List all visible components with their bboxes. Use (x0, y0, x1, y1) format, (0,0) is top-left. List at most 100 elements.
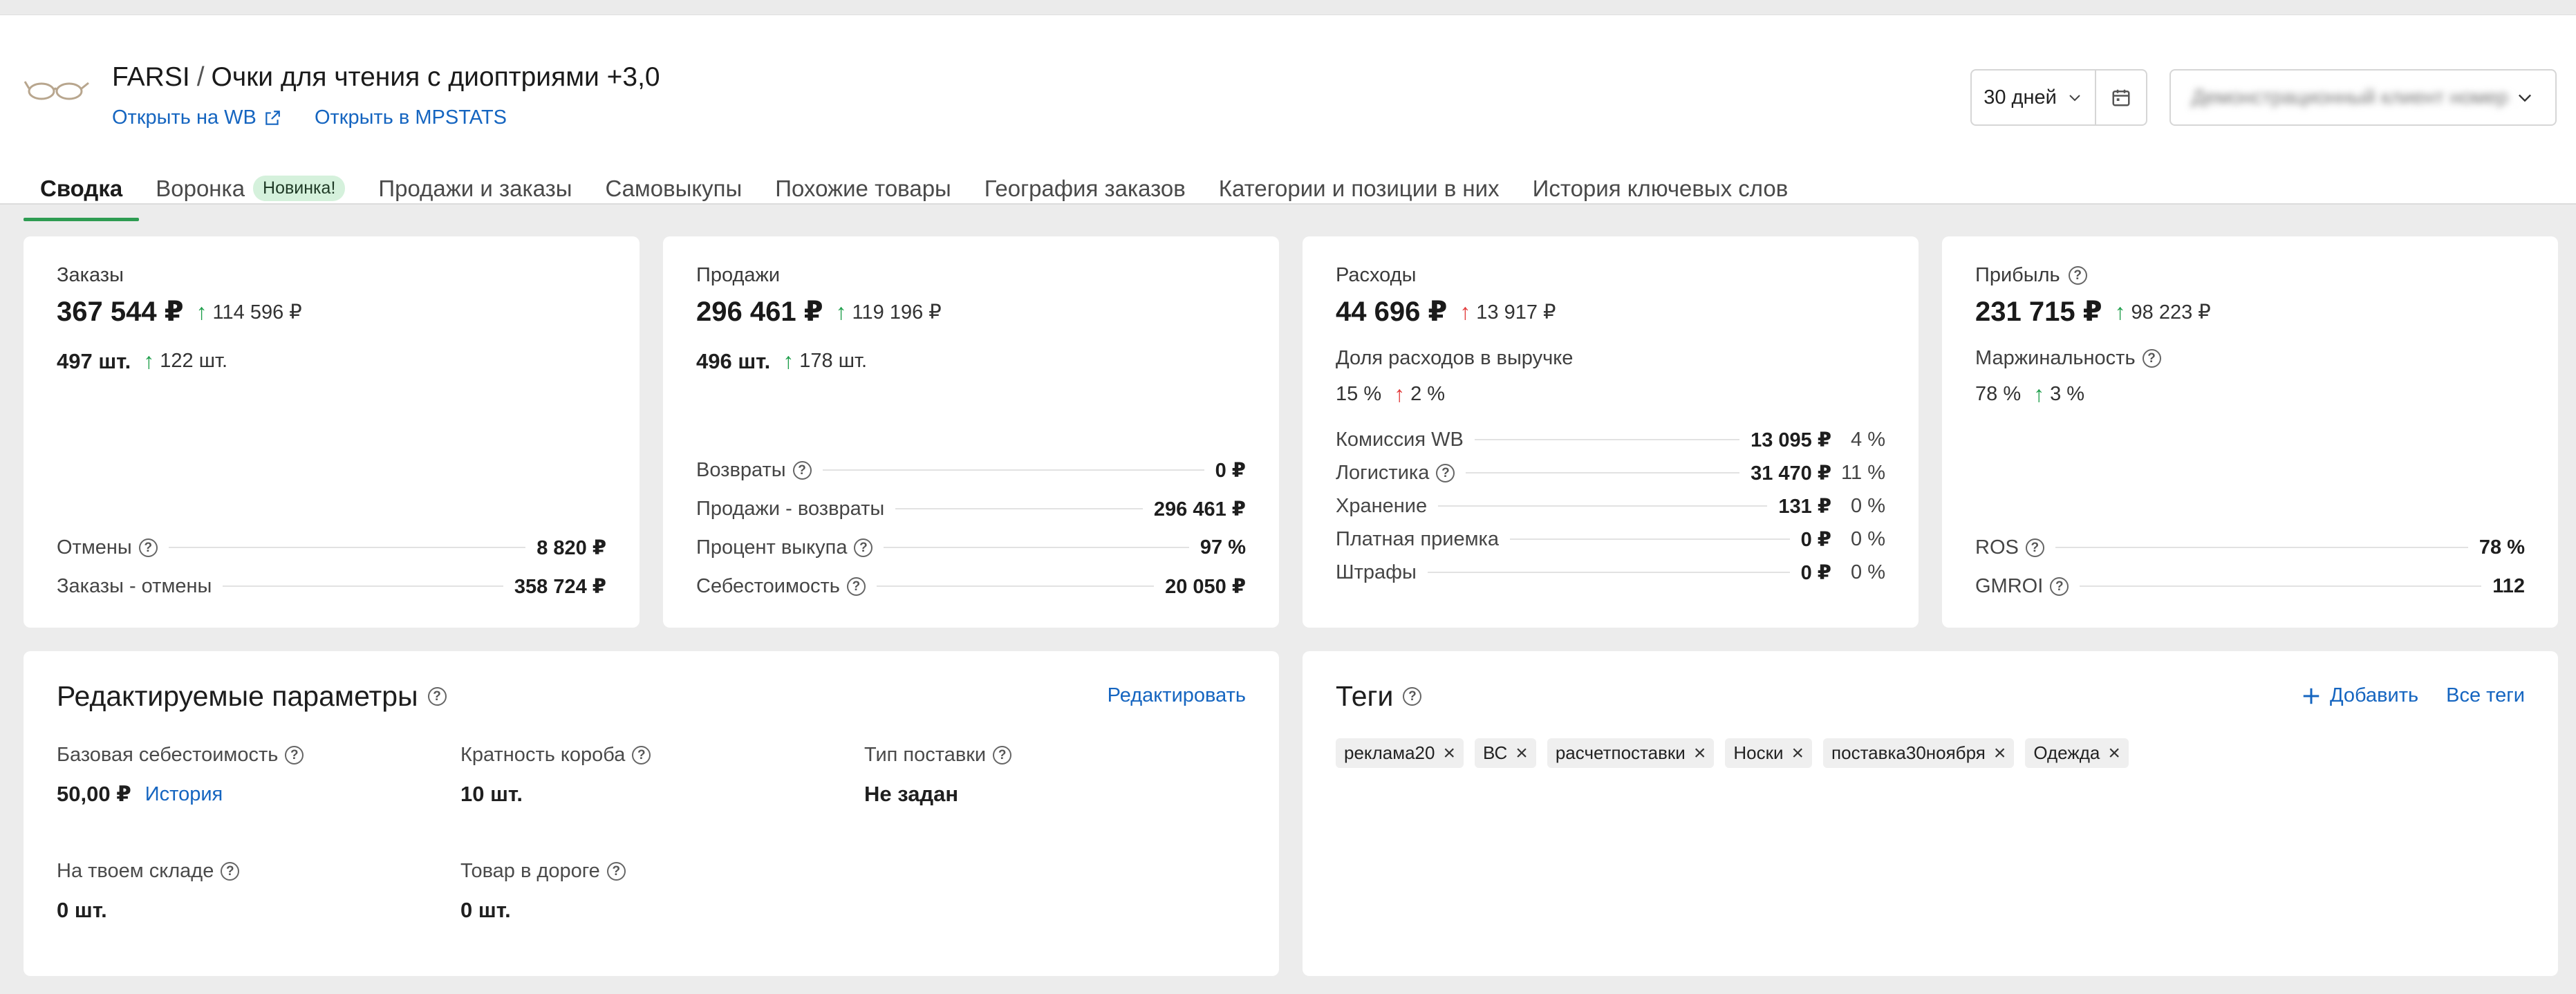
all-tags-link[interactable]: Все теги (2446, 684, 2525, 707)
leader-line (1438, 505, 1768, 507)
tag-chip[interactable]: реклама20 × (1336, 738, 1464, 768)
stat-label-text: Процент выкупа (696, 536, 848, 559)
stat-percent: 4 % (1851, 428, 1885, 451)
param-supply-type: Тип поставки? Не задан (864, 744, 1012, 807)
close-icon[interactable]: × (1443, 742, 1455, 764)
close-icon[interactable]: × (1515, 742, 1528, 764)
open-wb-label: Открыть на WB (112, 106, 256, 129)
card-title: Заказы (57, 264, 124, 286)
open-wb-link[interactable]: Открыть на WB (112, 106, 281, 129)
tab-label: Самовыкупы (605, 176, 743, 201)
param-value: 50,00 ₽ История (57, 782, 304, 807)
param-label-text: Товар в дороге (460, 860, 600, 882)
add-tag-button[interactable]: Добавить (2301, 684, 2418, 707)
help-icon[interactable]: ? (2050, 576, 2069, 596)
tab-funnel[interactable]: Воронка Новинка! (139, 171, 362, 220)
tab-sales-orders[interactable]: Продажи и заказы (362, 171, 588, 220)
leader-line (895, 508, 1143, 509)
arrow-up-icon: ↑ (2033, 382, 2045, 406)
tags-actions: Добавить Все теги (2301, 684, 2525, 707)
help-icon[interactable]: ? (2068, 266, 2087, 285)
tab-similar-products[interactable]: Похожие товары (758, 171, 968, 220)
stat-label: Себестоимость? (696, 575, 866, 598)
help-icon[interactable]: ? (846, 576, 866, 596)
stat-row: Логистика? 31 470 ₽ 11 % (1336, 459, 1885, 487)
stat-value: 0 ₽ (1215, 459, 1246, 482)
tab-label: География заказов (984, 176, 1186, 201)
stat-value: 112 (2492, 574, 2525, 597)
tab-summary[interactable]: Сводка (24, 171, 140, 221)
orders-amount: 367 544 ₽ ↑ 114 596 ₽ (57, 296, 302, 328)
metric-value: 296 461 ₽ (696, 297, 823, 327)
section-title: Редактируемые параметры? (57, 680, 447, 713)
stat-label: Заказы - отмены (57, 574, 212, 597)
tab-order-geography[interactable]: География заказов (968, 171, 1202, 220)
sales-amount: 296 461 ₽ ↑ 119 196 ₽ (696, 296, 942, 328)
help-icon[interactable]: ? (1436, 463, 1455, 482)
help-icon[interactable]: ? (221, 862, 240, 881)
close-icon[interactable]: × (1694, 742, 1706, 764)
history-link[interactable]: История (145, 783, 223, 806)
help-icon[interactable]: ? (2142, 349, 2161, 368)
leader-line (223, 585, 503, 587)
tab-label: Продажи и заказы (378, 176, 572, 201)
stat-percent: 0 % (1851, 561, 1885, 583)
stat-value: 131 ₽ (1778, 495, 1831, 518)
external-link-icon (265, 110, 280, 125)
period-select[interactable]: 30 дней (1972, 71, 2096, 124)
profit-card: Прибыль? 231 715 ₽ ↑ 98 223 ₽ Маржинально… (1942, 236, 2558, 628)
param-label: На твоем складе? (57, 860, 240, 883)
delta-value: 98 223 ₽ (2131, 301, 2211, 323)
tag-chip[interactable]: ВС × (1475, 738, 1536, 768)
stat-label: Продажи - возвраты (696, 497, 885, 520)
add-tag-label: Добавить (2329, 684, 2419, 706)
stat-label-text: Себестоимость (696, 574, 840, 597)
help-icon[interactable]: ? (2025, 538, 2044, 557)
help-icon[interactable]: ? (854, 538, 873, 557)
leader-line (822, 469, 1204, 471)
title-separator: / (196, 62, 205, 92)
tab-self-purchases[interactable]: Самовыкупы (588, 171, 758, 220)
edit-params-link[interactable]: Редактировать (1108, 684, 1246, 707)
stat-value: 97 % (1200, 536, 1246, 559)
stat-row: Процент выкупа? 97 % (696, 534, 1246, 561)
close-icon[interactable]: × (1792, 742, 1804, 764)
open-mpstats-link[interactable]: Открыть в MPSTATS (315, 106, 507, 129)
help-icon[interactable]: ? (792, 460, 812, 480)
close-icon[interactable]: × (2108, 742, 2120, 764)
tag-chip[interactable]: Одежда × (2025, 738, 2129, 768)
help-icon[interactable]: ? (606, 862, 626, 881)
tag-chip[interactable]: расчетпоставки × (1547, 738, 1715, 768)
help-icon[interactable]: ? (427, 687, 447, 706)
stat-value: 78 % (2479, 536, 2525, 559)
page-header: FARSI / Очки для чтения с диоптриями +3,0 … (0, 15, 2576, 221)
stat-row: Штрафы 0 ₽ 0 % (1336, 559, 1885, 586)
calendar-button[interactable] (2096, 71, 2146, 124)
tag-chip[interactable]: поставка30ноября × (1823, 738, 2015, 768)
close-icon[interactable]: × (1994, 742, 2006, 764)
stat-row: ROS? 78 % (1975, 534, 2525, 561)
tab-keyword-history[interactable]: История ключевых слов (1516, 171, 1805, 220)
help-icon[interactable]: ? (138, 538, 158, 557)
tag-label: Носки (1733, 742, 1784, 763)
glasses-icon (24, 81, 89, 100)
stat-value: 296 461 ₽ (1153, 498, 1246, 521)
tab-categories[interactable]: Категории и позиции в них (1202, 171, 1516, 220)
client-select[interactable]: Демонстрационный клиент номер 2 (2169, 69, 2557, 126)
help-icon[interactable]: ? (632, 746, 651, 765)
metric-delta: ↑ 13 917 ₽ (1459, 299, 1556, 325)
arrow-up-icon: ↑ (783, 348, 794, 373)
qty-delta: ↑ 178 шт. (783, 348, 867, 374)
product-links: Открыть на WB Открыть в MPSTATS (112, 106, 534, 129)
help-icon[interactable]: ? (993, 746, 1012, 765)
tag-chip[interactable]: Носки × (1725, 738, 1813, 768)
arrow-up-icon: ↑ (1459, 299, 1471, 324)
param-label: Товар в дороге? (460, 860, 626, 883)
delta-value: 3 % (2050, 383, 2085, 405)
card-title-text: Прибыль (1975, 264, 2060, 286)
param-value: 10 шт. (460, 782, 523, 806)
client-value: Демонстрационный клиент номер 2 (2192, 86, 2515, 109)
help-icon[interactable]: ? (285, 746, 304, 765)
help-icon[interactable]: ? (1403, 687, 1422, 706)
stat-value: 31 470 ₽ (1751, 462, 1831, 485)
